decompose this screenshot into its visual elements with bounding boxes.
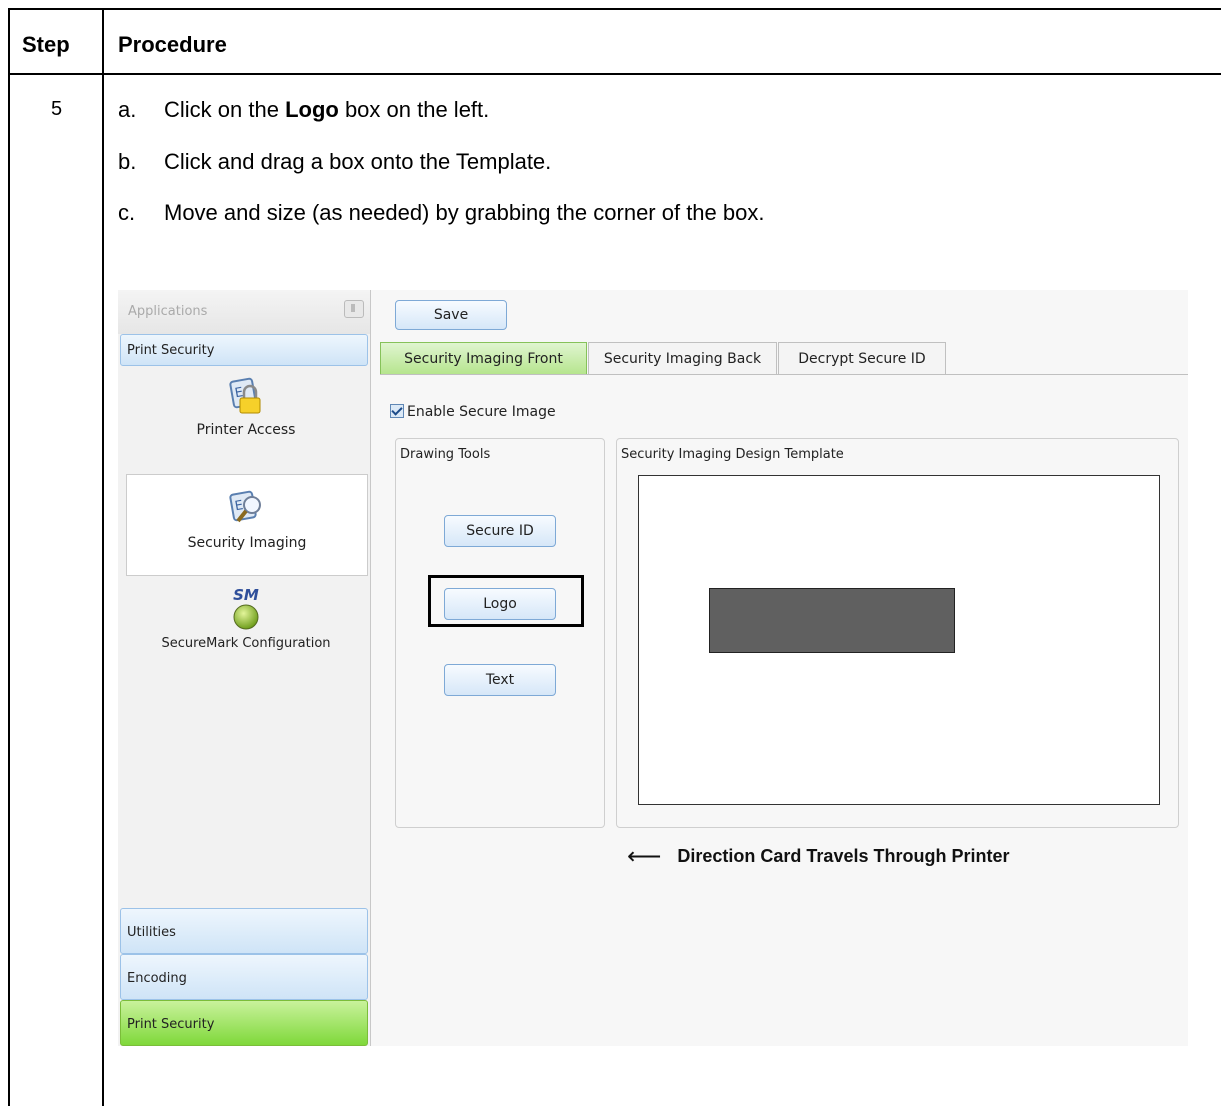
applications-title: Applications	[128, 304, 208, 319]
item-label: Printer Access	[196, 422, 296, 438]
text-button[interactable]: Text	[444, 664, 556, 696]
checkbox-icon[interactable]	[390, 404, 404, 418]
item-securemark-configuration[interactable]: SM SecureMark Configuration	[126, 586, 366, 676]
logo-highlight-box	[428, 575, 584, 627]
logo-box[interactable]	[709, 588, 955, 653]
section-utilities[interactable]: Utilities	[120, 908, 368, 954]
tab-security-imaging-front[interactable]: Security Imaging Front	[380, 342, 587, 374]
save-button[interactable]: Save	[395, 300, 507, 330]
lock-key-icon: E	[228, 376, 264, 416]
secure-id-button[interactable]: Secure ID	[444, 515, 556, 547]
step-number: 5	[51, 98, 63, 120]
instruction-text-after: box on the left.	[338, 97, 490, 122]
column-divider	[102, 8, 104, 1106]
instruction-bold: Logo	[285, 97, 339, 122]
drawing-tools-title: Drawing Tools	[400, 447, 491, 462]
applications-header: Applications	[118, 290, 370, 334]
checkbox-label: Enable Secure Image	[407, 404, 556, 420]
app-screenshot: Applications Print Security E Printer Ac…	[118, 290, 1188, 1046]
item-printer-access[interactable]: E Printer Access	[126, 376, 366, 466]
header-procedure: Procedure	[118, 32, 227, 57]
securemark-icon: SM	[226, 586, 266, 632]
drawing-tools-panel: Drawing Tools	[395, 438, 605, 828]
left-arrow-icon: ⟵	[627, 843, 662, 870]
main-area: Save Security Imaging Front Security Ima…	[371, 290, 1188, 1046]
instruction-text: Click and drag a box onto the Template.	[164, 149, 552, 174]
template-title: Security Imaging Design Template	[621, 447, 844, 462]
direction-label: Direction Card Travels Through Printer	[677, 846, 1010, 866]
table-top-border	[8, 8, 1221, 10]
item-security-imaging[interactable]: E Security Imaging	[126, 474, 368, 576]
magnifier-key-icon: E	[229, 489, 265, 529]
tab-security-imaging-back[interactable]: Security Imaging Back	[588, 342, 777, 374]
instruction-text: Move and size (as needed) by grabbing th…	[164, 200, 765, 225]
section-print-security-bottom[interactable]: Print Security	[120, 1000, 368, 1046]
instruction-letter: c.	[118, 200, 136, 225]
instruction-c: c. Move and size (as needed) by grabbing …	[118, 200, 764, 226]
applications-panel: Applications Print Security E Printer Ac…	[118, 290, 371, 1046]
header-bottom-border	[8, 73, 1221, 75]
securemark-icon-text: SM	[233, 586, 259, 604]
enable-secure-image-checkbox[interactable]: Enable Secure Image	[390, 404, 556, 420]
instruction-text: Click on the	[164, 97, 286, 122]
item-label: SecureMark Configuration	[161, 636, 331, 651]
item-label: Security Imaging	[187, 535, 307, 551]
tab-decrypt-secure-id[interactable]: Decrypt Secure ID	[778, 342, 946, 374]
procedure-table: Step Procedure 5 a. Click on the Logo box…	[0, 0, 1221, 1106]
section-encoding[interactable]: Encoding	[120, 954, 368, 1000]
instruction-letter: a.	[118, 97, 137, 122]
instruction-letter: b.	[118, 149, 137, 174]
table-left-border	[8, 8, 10, 1106]
direction-note: ⟵ Direction Card Travels Through Printer	[627, 842, 1009, 871]
tab-underline	[380, 374, 1188, 375]
instruction-a: a. Click on the Logo box on the left.	[118, 97, 489, 123]
header-step: Step	[22, 32, 70, 57]
section-print-security[interactable]: Print Security	[120, 334, 368, 366]
pin-icon[interactable]	[344, 300, 364, 318]
instruction-b: b. Click and drag a box onto the Template…	[118, 149, 551, 175]
